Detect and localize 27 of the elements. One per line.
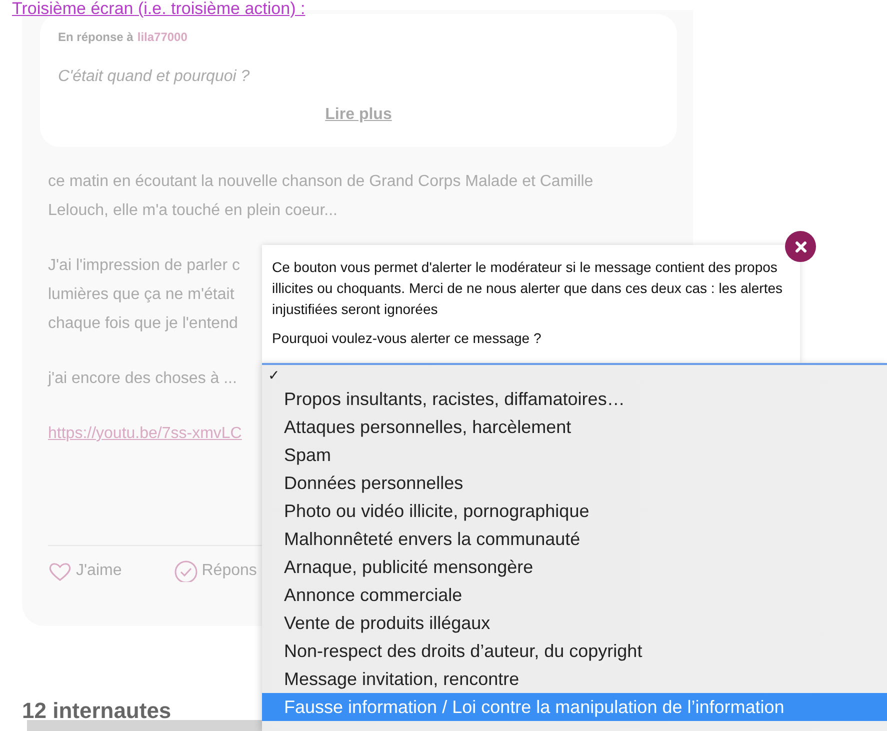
check-mark: ✓	[267, 366, 281, 385]
post-text: ce matin en écoutant la nouvelle chanson de Grand Corps Malade et Camille	[48, 172, 594, 192]
menu-item[interactable]: Arnaque, publicité mensongère	[262, 553, 887, 581]
heart-icon	[48, 560, 72, 582]
page-link[interactable]: Troisième écran (i.e. troisième action) :	[12, 0, 306, 20]
dialog-question: Pourquoi voulez-vous alerter ce message ?	[272, 330, 542, 346]
dialog-message: Ce bouton vous permet d'alerter le modérateur si le message contient des propos illicites ou choquants. Merci de ne nous alerter que dans ces deux cas : les alertes injustifiées seront ignorées	[272, 258, 784, 319]
menu-item[interactable]: Attaques personnelles, harcèlement	[262, 413, 887, 441]
menu-item[interactable]: Message invitation, rencontre	[262, 665, 887, 693]
menu-item[interactable]: Propos insultants, racistes, diffamatoires…	[262, 385, 887, 413]
post-text: chaque fois que je l'entend	[48, 314, 238, 334]
comments-heading: 12 internautes	[22, 698, 172, 724]
quote-text: C'était quand et pourquoi ?	[58, 68, 251, 86]
close-icon	[794, 240, 806, 252]
reply-label: En réponse à	[58, 30, 134, 44]
menu-item[interactable]: Vente de produits illégaux	[262, 609, 887, 637]
post-text: Lelouch, elle m'a touché en plein coeur...	[48, 201, 338, 221]
post-text: j'ai encore des choses à ...	[48, 369, 237, 389]
menu-item[interactable]: Malhonnêteté envers la communauté	[262, 525, 887, 553]
post-text: lumières que ça ne m'était	[48, 285, 234, 305]
menu-item[interactable]: Spam	[262, 441, 887, 469]
post-text: J'ai l'impression de parler c	[48, 256, 240, 276]
menu-item[interactable]: Annonce commerciale	[262, 581, 887, 609]
menu-item[interactable]: Données personnelles	[262, 469, 887, 497]
menu-item[interactable]: Non-respect des droits d’auteur, du copyright	[262, 637, 887, 665]
menu-item[interactable]: Photo ou vidéo illicite, pornographique	[262, 497, 887, 525]
close-button[interactable]	[785, 231, 816, 262]
